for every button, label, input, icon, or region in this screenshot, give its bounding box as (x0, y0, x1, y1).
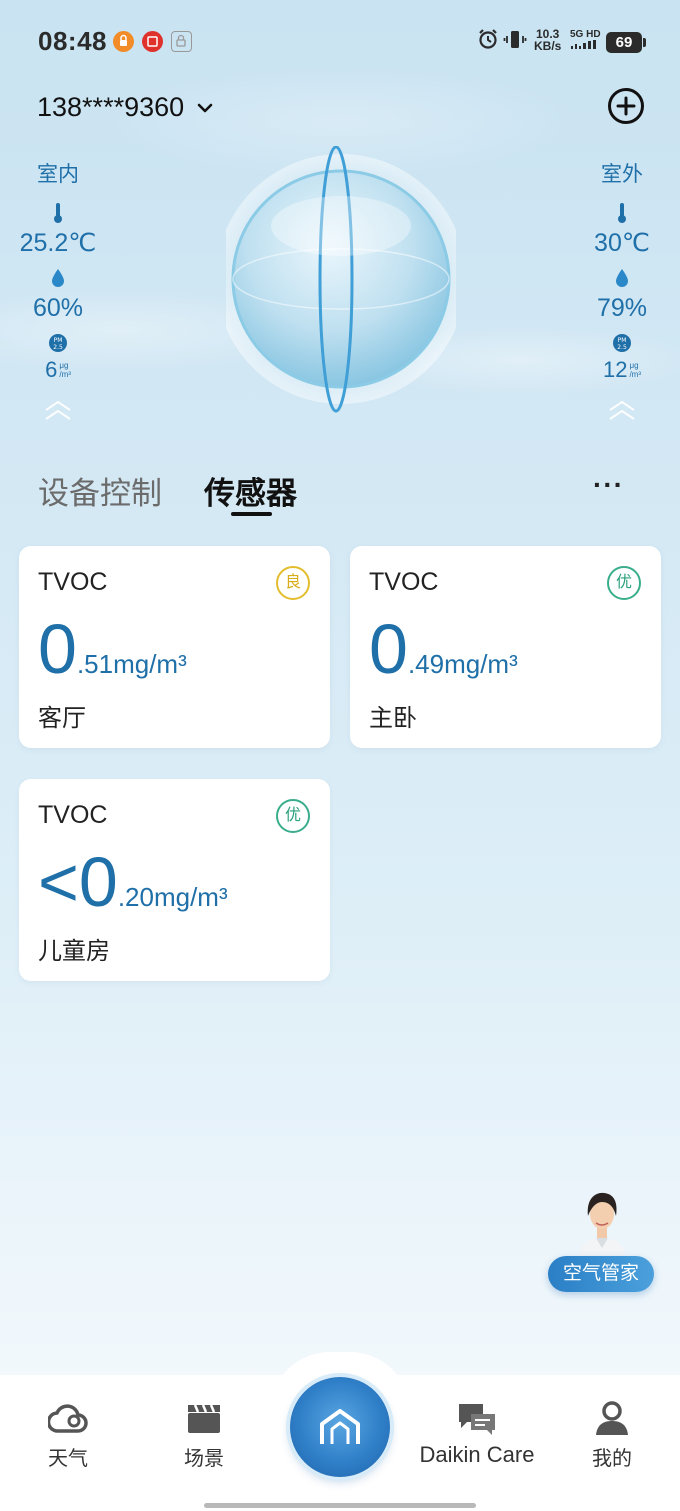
status-bar: 08:48 10.3 KB/s 5G HD 69 (0, 0, 680, 84)
tab-device-control[interactable]: 设备控制 (38, 468, 162, 513)
sensor-type: TVOC (38, 801, 108, 829)
outdoor-climate: 室外 30℃ 79% PM 2.5 12 μg/m³ (567, 158, 677, 421)
indoor-label: 室内 (37, 163, 79, 186)
active-tab-indicator (231, 512, 272, 516)
assistant-avatar (578, 1192, 626, 1262)
nav-daikin-care[interactable]: Daikin Care (406, 1398, 548, 1468)
chevron-down-icon (197, 103, 213, 112)
indoor-climate: 室内 25.2℃ 60% PM 2.5 6 μg/m³ (3, 158, 113, 421)
expand-up-icon[interactable] (3, 399, 113, 421)
home-indicator[interactable] (204, 1503, 476, 1508)
sensor-card-kids-room[interactable]: TVOC 优 <0.20mg/m³ 儿童房 (19, 779, 330, 981)
outdoor-pm25: 12 μg/m³ (602, 357, 642, 382)
tab-sensor[interactable]: 传感器 (204, 468, 297, 513)
battery-indicator: 69 (606, 32, 646, 53)
sensor-card-living-room[interactable]: TVOC 良 0.51mg/m³ 客厅 (19, 546, 330, 748)
sensor-reading: 0.49mg/m³ (369, 610, 518, 688)
indoor-pm25: 6 μg/m³ (45, 357, 71, 382)
svg-text:2.5: 2.5 (53, 344, 63, 351)
vibrate-icon (503, 28, 527, 57)
more-options-button[interactable]: ··· (593, 471, 624, 499)
user-icon (552, 1398, 672, 1438)
app-notification-icon (142, 31, 163, 52)
clapperboard-icon (144, 1398, 264, 1438)
humidity-drop-icon (567, 268, 677, 290)
net-speed: 10.3 KB/s (534, 27, 562, 53)
humidity-drop-icon (3, 268, 113, 290)
thermometer-icon (567, 202, 677, 224)
alarm-icon (477, 28, 499, 55)
add-device-button[interactable] (607, 87, 645, 125)
lock-app-icon (113, 31, 134, 52)
room-name: 主卧 (369, 705, 417, 732)
svg-text:PM: PM (618, 337, 627, 344)
chat-bubbles-icon (406, 1398, 548, 1438)
room-name: 客厅 (38, 705, 86, 732)
nav-scene[interactable]: 场景 (144, 1398, 264, 1471)
home-icon (320, 1409, 360, 1444)
nav-mine-label: 我的 (592, 1448, 632, 1470)
status-time: 08:48 (38, 26, 107, 56)
air-butler-assistant[interactable]: 空气管家 (548, 1186, 656, 1294)
air-butler-label: 空气管家 (548, 1256, 654, 1292)
account-selector[interactable]: 138****9360 (37, 92, 214, 123)
sensor-type: TVOC (38, 568, 108, 596)
room-name: 儿童房 (38, 938, 110, 965)
indoor-humidity: 60% (32, 294, 84, 322)
security-icon (171, 31, 192, 52)
nav-weather-label: 天气 (48, 1448, 88, 1470)
sensor-reading: <0.20mg/m³ (38, 843, 228, 921)
pm25-icon: PM 2.5 (567, 333, 677, 355)
thermometer-icon (3, 202, 113, 224)
sensor-card-master-bedroom[interactable]: TVOC 优 0.49mg/m³ 主卧 (350, 546, 661, 748)
nav-mine[interactable]: 我的 (552, 1398, 672, 1471)
signal-indicator: 5G HD (570, 29, 601, 53)
nav-scene-label: 场景 (184, 1448, 224, 1470)
air-quality-badge: 优 (607, 566, 641, 600)
nav-daikin-care-label: Daikin Care (419, 1442, 535, 1467)
nav-home-button[interactable] (290, 1377, 390, 1477)
outdoor-humidity: 79% (596, 294, 648, 322)
cloud-icon (8, 1398, 128, 1438)
svg-text:2.5: 2.5 (617, 344, 627, 351)
account-number: 138****9360 (37, 92, 185, 122)
air-quality-badge: 优 (276, 799, 310, 833)
pm25-icon: PM 2.5 (3, 333, 113, 355)
outdoor-label: 室外 (601, 163, 643, 186)
svg-text:PM: PM (54, 337, 63, 344)
sensor-reading: 0.51mg/m³ (38, 610, 187, 688)
indoor-temperature: 25.2℃ (19, 229, 97, 257)
air-globe-visual (226, 146, 456, 413)
nav-weather[interactable]: 天气 (8, 1398, 128, 1471)
outdoor-temperature: 30℃ (594, 229, 650, 257)
air-quality-badge: 良 (276, 566, 310, 600)
expand-up-icon[interactable] (567, 399, 677, 421)
sensor-type: TVOC (369, 568, 439, 596)
